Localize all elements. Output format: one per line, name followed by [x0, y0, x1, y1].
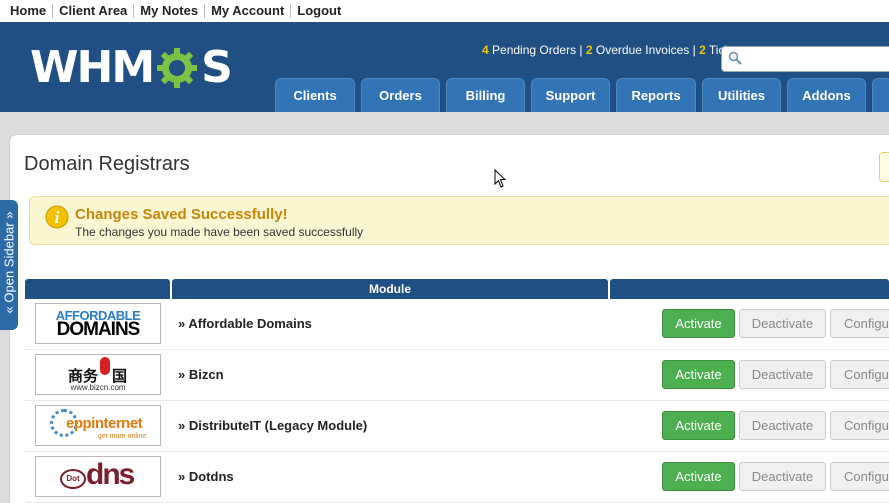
svg-text:i: i [55, 208, 60, 227]
tab-addons[interactable]: Addons [787, 78, 866, 112]
tab-overflow[interactable] [872, 78, 889, 112]
dotdns-logo: Dot dns [35, 456, 161, 497]
deactivate-button[interactable]: Deactivate [739, 309, 826, 338]
table-row: Dot dns » Dotdns Activate Deactivate Con… [25, 452, 889, 503]
tab-utilities[interactable]: Utilities [702, 78, 781, 112]
module-name: » Bizcn [178, 367, 224, 382]
overdue-invoices-link[interactable]: Overdue Invoices [596, 43, 689, 57]
activate-button[interactable]: Activate [662, 462, 735, 491]
stats-bar: 4 Pending Orders | 2 Overdue Invoices | … [482, 43, 740, 57]
activate-button[interactable]: Activate [662, 411, 735, 440]
logo-text-right: S [201, 42, 233, 93]
module-name: » Dotdns [178, 469, 234, 484]
configure-button[interactable]: Configure [830, 309, 889, 338]
nav-logout-link[interactable]: Logout [291, 4, 347, 18]
mouse-cursor-icon [494, 168, 508, 194]
open-sidebar-label: « Open Sidebar » [1, 211, 17, 314]
table-row: AFFORDABLE DOMAINS » Affordable Domains … [25, 299, 889, 350]
nav-my-notes-link[interactable]: My Notes [134, 4, 206, 18]
tab-reports[interactable]: Reports [616, 78, 696, 112]
search-icon [728, 51, 742, 70]
nav-client-area-link[interactable]: Client Area [53, 4, 135, 18]
open-sidebar-tab[interactable]: « Open Sidebar » [0, 200, 18, 330]
top-nav: Home Client Area My Notes My Account Log… [0, 0, 889, 22]
configure-button[interactable]: Configure [830, 462, 889, 491]
whmcs-logo[interactable]: WHM S [30, 42, 233, 93]
alert-title: Changes Saved Successfully! [75, 206, 288, 223]
deactivate-button[interactable]: Deactivate [739, 462, 826, 491]
bizcn-logo: 商务 国 www.bizcn.com [35, 354, 161, 395]
module-name: » DistributeIT (Legacy Module) [178, 418, 368, 433]
activate-button[interactable]: Activate [662, 360, 735, 389]
alert-message: The changes you made have been saved suc… [75, 225, 364, 239]
info-icon: i [45, 205, 69, 234]
tickets-count[interactable]: 2 [699, 43, 706, 57]
tab-orders[interactable]: Orders [361, 78, 440, 112]
tab-clients[interactable]: Clients [275, 78, 355, 112]
tab-support[interactable]: Support [531, 78, 610, 112]
table-header-module: Module [172, 279, 608, 299]
deactivate-button[interactable]: Deactivate [739, 360, 826, 389]
gear-icon [155, 46, 199, 90]
page-title: Domain Registrars [24, 153, 190, 175]
activate-button[interactable]: Activate [662, 309, 735, 338]
pending-orders-link[interactable]: Pending Orders [492, 43, 576, 57]
main-tabs: Clients Orders Billing Support Reports U… [275, 78, 889, 112]
eppinternet-logo: eppinternet get more online [35, 405, 161, 446]
search-input[interactable] [721, 46, 889, 72]
table-header-logo [25, 279, 170, 299]
pending-orders-count[interactable]: 4 [482, 43, 489, 57]
table-row: 商务 国 www.bizcn.com » Bizcn Activate Deac… [25, 350, 889, 401]
affordable-domains-logo: AFFORDABLE DOMAINS [35, 303, 161, 344]
configure-button[interactable]: Configure [830, 360, 889, 389]
success-alert: i Changes Saved Successfully! The change… [29, 196, 889, 245]
tab-billing[interactable]: Billing [446, 78, 525, 112]
table-row: eppinternet get more online » Distribute… [25, 401, 889, 452]
table-header-actions [610, 279, 889, 299]
overdue-invoices-count[interactable]: 2 [586, 43, 593, 57]
deactivate-button[interactable]: Deactivate [739, 411, 826, 440]
logo-text-left: WHM [30, 42, 155, 93]
configure-button[interactable]: Configure [830, 411, 889, 440]
help-button[interactable] [879, 152, 889, 182]
nav-home-link[interactable]: Home [4, 4, 54, 18]
nav-my-account-link[interactable]: My Account [205, 4, 292, 18]
module-name: » Affordable Domains [178, 316, 312, 331]
header: WHM S 4 Pending Orders | 2 Overdue Invoi… [0, 22, 889, 112]
